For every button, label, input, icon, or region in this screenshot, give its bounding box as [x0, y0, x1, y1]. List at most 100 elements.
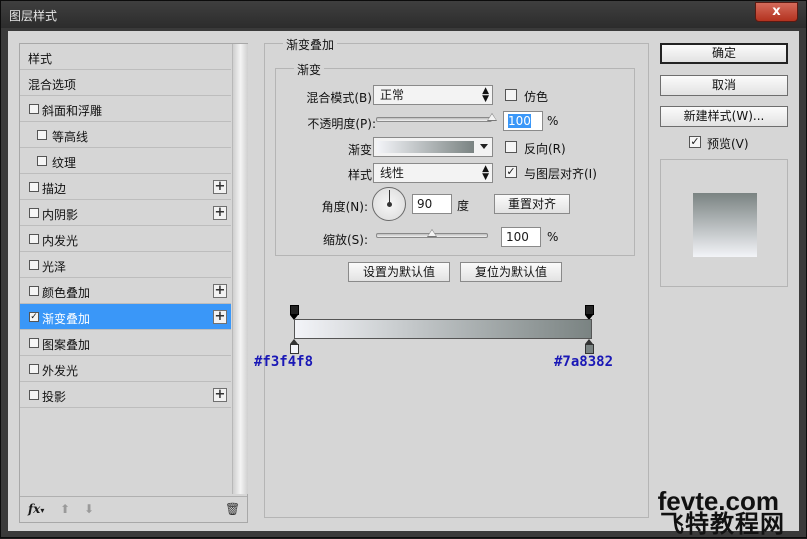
- title-bar[interactable]: 图层样式 x: [1, 1, 806, 28]
- sidebar-item-label: 内发光: [42, 234, 79, 248]
- color-stop-left[interactable]: [290, 339, 299, 354]
- sidebar-item-9[interactable]: 颜色叠加 +: [20, 278, 231, 304]
- sidebar-item-4[interactable]: 纹理: [20, 148, 231, 174]
- add-effect-icon[interactable]: +: [213, 310, 227, 324]
- sidebar-item-3[interactable]: 等高线: [20, 122, 231, 148]
- fx-menu-button[interactable]: fx▾: [28, 502, 44, 516]
- scale-input[interactable]: 100: [501, 227, 541, 247]
- angle-label: 角度(N):: [321, 200, 368, 214]
- gradient-group: 渐变 混合模式(B): 正常 ▲▼ 仿色 不透明度(P): 100 % 渐变:: [275, 61, 635, 256]
- sidebar-item-checkbox[interactable]: [29, 338, 39, 348]
- gradient-label: 渐变:: [347, 143, 376, 157]
- blend-mode-select[interactable]: 正常 ▲ ▼: [373, 85, 493, 105]
- sidebar-item-label: 外发光: [42, 364, 79, 378]
- opacity-input[interactable]: 100: [503, 111, 543, 131]
- updown-arrows-icon: ▲ ▼: [482, 164, 489, 182]
- new-style-button[interactable]: 新建样式(W)...: [660, 106, 788, 127]
- sidebar-item-13[interactable]: 投影 +: [20, 382, 231, 408]
- sidebar-item-6[interactable]: 内阴影 +: [20, 200, 231, 226]
- move-down-icon[interactable]: ⬇: [84, 502, 94, 516]
- dialog-body: 样式 混合选项 斜面和浮雕 等高线 纹理 描边 + 内阴影 + 内发光 光泽 颜色叠加 + ✓ 渐变叠加 + 图…: [8, 31, 799, 538]
- sidebar-item-checkbox[interactable]: [29, 104, 39, 114]
- angle-degree-unit: 度: [457, 199, 470, 213]
- sidebar-item-label: 投影: [42, 390, 67, 404]
- section-title: 渐变叠加: [283, 36, 338, 53]
- window-title: 图层样式: [9, 9, 58, 23]
- sidebar-item-1[interactable]: 混合选项: [20, 70, 231, 96]
- opacity-slider[interactable]: [376, 117, 492, 122]
- styles-scrollbar[interactable]: [232, 44, 248, 494]
- opacity-stop-left[interactable]: [290, 305, 299, 320]
- sidebar-item-checkbox[interactable]: [29, 234, 39, 244]
- gradient-overlay-section: 渐变叠加 渐变 混合模式(B): 正常 ▲ ▼ 仿色 不透明度(P): 100 %…: [264, 36, 649, 518]
- sidebar-item-checkbox[interactable]: [29, 390, 39, 400]
- sidebar-item-10[interactable]: ✓ 渐变叠加 +: [20, 304, 231, 330]
- dither-checkbox[interactable]: [505, 89, 517, 101]
- add-effect-icon[interactable]: +: [213, 180, 227, 194]
- dither-label: 仿色: [524, 90, 549, 104]
- sidebar-item-8[interactable]: 光泽: [20, 252, 231, 278]
- style-label: 样式:: [347, 168, 376, 182]
- sidebar-item-checkbox[interactable]: [29, 182, 39, 192]
- gradient-picker[interactable]: [373, 137, 493, 157]
- styles-footer: fx▾ ⬆ ⬇ 🗑: [20, 496, 247, 522]
- sidebar-item-checkbox[interactable]: [29, 286, 39, 296]
- blend-mode-value: 正常: [380, 88, 405, 102]
- sidebar-item-5[interactable]: 描边 +: [20, 174, 231, 200]
- chevron-down-icon[interactable]: [480, 144, 488, 149]
- sidebar-item-label: 混合选项: [28, 78, 77, 92]
- move-up-icon[interactable]: ⬆: [60, 502, 70, 516]
- cancel-button[interactable]: 取消: [660, 75, 788, 96]
- sidebar-item-label: 纹理: [52, 156, 77, 170]
- sidebar-item-label: 等高线: [52, 130, 89, 144]
- color-stop-right[interactable]: [585, 339, 594, 354]
- scale-slider-thumb[interactable]: [427, 229, 437, 237]
- sidebar-item-label: 斜面和浮雕: [42, 104, 103, 118]
- reset-default-button[interactable]: 复位为默认值: [460, 262, 562, 282]
- angle-center-dot: [387, 202, 392, 207]
- add-effect-icon[interactable]: +: [213, 284, 227, 298]
- scale-percent: %: [547, 230, 559, 244]
- start-color-hex: #f3f4f8: [254, 354, 314, 370]
- sidebar-item-checkbox[interactable]: [29, 260, 39, 270]
- sidebar-item-label: 内阴影: [42, 208, 79, 222]
- add-effect-icon[interactable]: +: [213, 388, 227, 402]
- angle-input[interactable]: 90: [412, 194, 452, 214]
- styles-list: 样式混合选项斜面和浮雕等高线纹理描边 + 内阴影 + 内发光光泽颜色叠加 + ✓ 渐变叠加 + 图…: [20, 44, 231, 494]
- preview-checkbox[interactable]: ✓: [689, 136, 701, 148]
- opacity-slider-thumb[interactable]: [487, 113, 497, 121]
- sidebar-item-12[interactable]: 外发光: [20, 356, 231, 382]
- preview-label: 预览(V): [707, 137, 749, 151]
- ok-button[interactable]: 确定: [660, 43, 788, 64]
- close-button[interactable]: x: [755, 2, 798, 22]
- align-with-layer-label: 与图层对齐(I): [524, 167, 597, 181]
- sidebar-item-7[interactable]: 内发光: [20, 226, 231, 252]
- sidebar-item-label: 光泽: [42, 260, 67, 274]
- sidebar-item-label: 样式: [28, 52, 53, 66]
- sidebar-item-2[interactable]: 斜面和浮雕: [20, 96, 231, 122]
- end-color-hex: #7a8382: [554, 354, 614, 370]
- style-select[interactable]: 线性 ▲ ▼: [373, 163, 493, 183]
- angle-dial[interactable]: [372, 187, 406, 221]
- scale-label: 缩放(S):: [322, 233, 368, 247]
- sidebar-item-checkbox[interactable]: [37, 156, 47, 166]
- set-default-button[interactable]: 设置为默认值: [348, 262, 450, 282]
- gradient-preview: [377, 141, 474, 153]
- reverse-checkbox[interactable]: [505, 141, 517, 153]
- preview-swatch: [693, 193, 757, 257]
- sidebar-item-checkbox[interactable]: ✓: [29, 312, 39, 322]
- gradient-bar[interactable]: [294, 319, 592, 339]
- sidebar-item-checkbox[interactable]: [29, 364, 39, 374]
- trash-icon[interactable]: 🗑: [225, 502, 240, 516]
- reset-alignment-button[interactable]: 重置对齐: [494, 194, 570, 214]
- sidebar-item-0[interactable]: 样式: [20, 44, 231, 70]
- opacity-stop-right[interactable]: [585, 305, 594, 320]
- add-effect-icon[interactable]: +: [213, 206, 227, 220]
- sidebar-item-checkbox[interactable]: [29, 208, 39, 218]
- updown-arrows-icon: ▲ ▼: [482, 86, 489, 104]
- align-with-layer-checkbox[interactable]: ✓: [505, 166, 517, 178]
- group-title: 渐变: [294, 61, 325, 78]
- sidebar-item-checkbox[interactable]: [37, 130, 47, 140]
- opacity-label: 不透明度(P):: [307, 117, 376, 131]
- sidebar-item-11[interactable]: 图案叠加: [20, 330, 231, 356]
